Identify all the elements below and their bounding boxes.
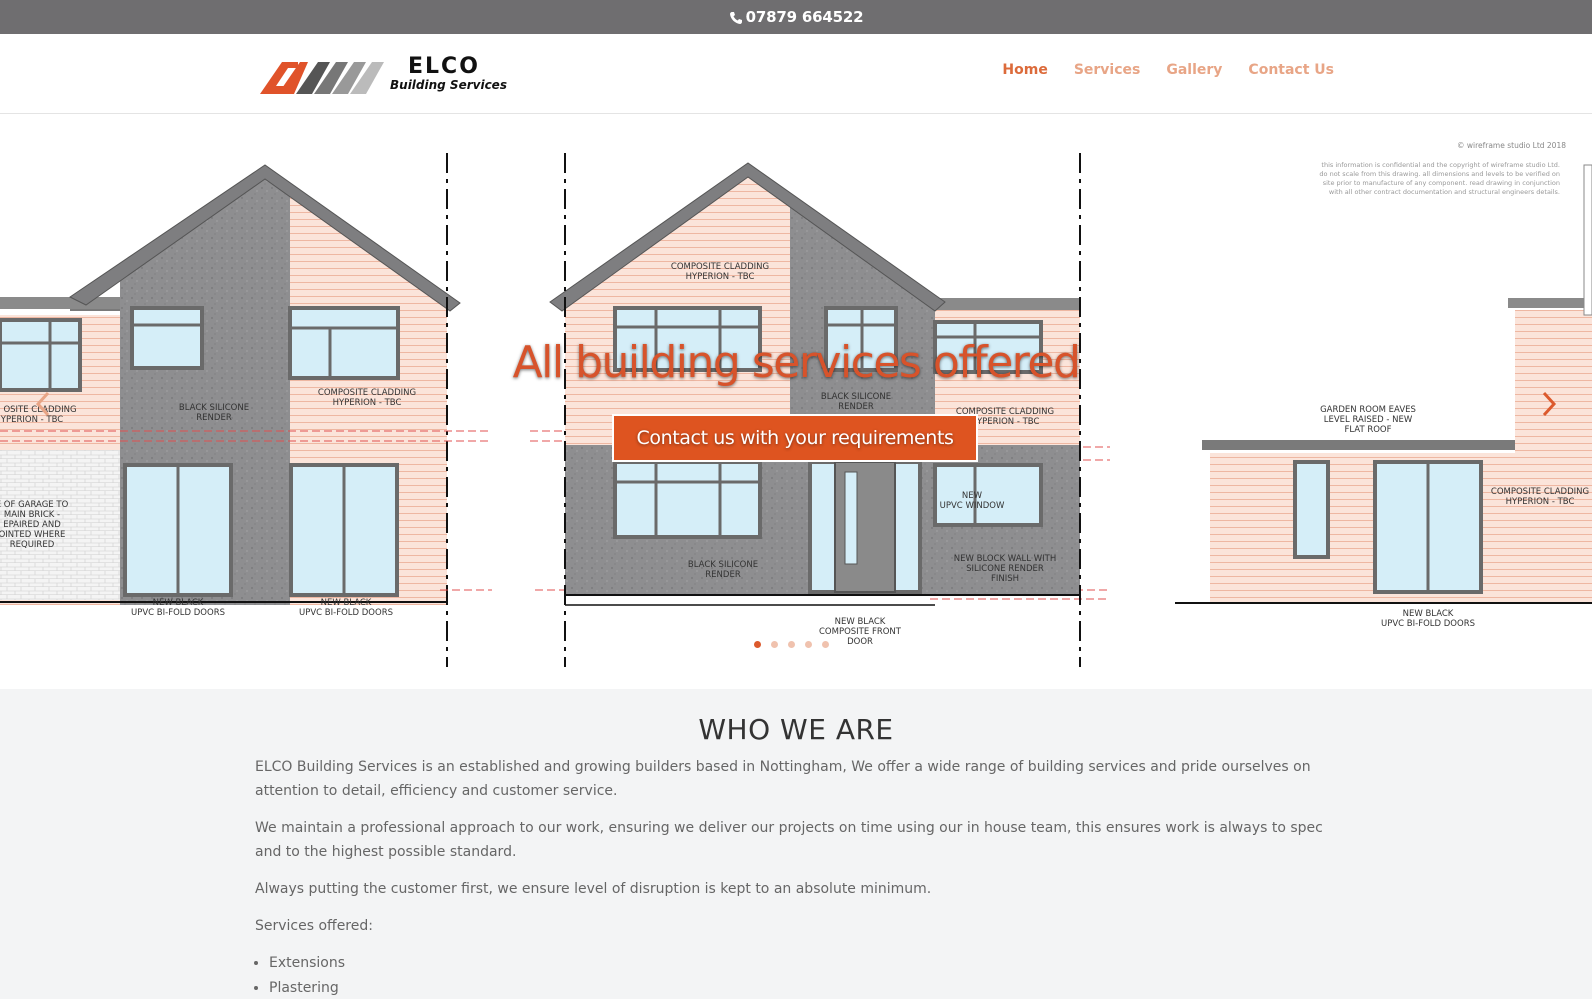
- svg-text:COMPOSITE FRONT: COMPOSITE FRONT: [819, 627, 902, 637]
- middle-house: COMPOSITE CLADDINGHYPERION - TBC BLACK S…: [549, 153, 1081, 667]
- list-item: Plastering: [269, 976, 1335, 999]
- site-header: ELCO Building Services Home Services Gal…: [0, 34, 1592, 114]
- phone-icon: [729, 11, 743, 25]
- list-item: Extensions: [269, 951, 1335, 976]
- svg-text:GARDEN ROOM EAVES: GARDEN ROOM EAVES: [1320, 405, 1416, 415]
- chevron-left-icon: [35, 391, 50, 417]
- slider-dot[interactable]: [771, 641, 778, 648]
- svg-text:NEW BLACK: NEW BLACK: [1403, 609, 1454, 619]
- services-list: Extensions Plastering: [269, 951, 1335, 999]
- svg-text:COMPOSITE CLADDING: COMPOSITE CLADDING: [671, 262, 769, 272]
- slider-pagination: [754, 641, 829, 648]
- about-paragraph: Services offered:: [255, 918, 373, 934]
- svg-text:HYPERION - TBC: HYPERION - TBC: [1506, 497, 1575, 507]
- logo-subtitle: Building Services: [390, 78, 507, 92]
- svg-text:HYPERION - TBC: HYPERION - TBC: [686, 272, 755, 282]
- slider-next-button[interactable]: [1534, 387, 1562, 421]
- svg-text:COMPOSITE CLADDING: COMPOSITE CLADDING: [318, 388, 416, 398]
- about-paragraph: We maintain a professional approach to o…: [255, 820, 1323, 860]
- svg-text:RENDER: RENDER: [196, 413, 232, 423]
- drawing-notice-line: do not scale from this drawing. all dime…: [1319, 170, 1560, 178]
- slider-prev-button[interactable]: [30, 387, 58, 421]
- nav-services[interactable]: Services: [1074, 62, 1141, 78]
- who-we-are-section: WHO WE ARE ELCO Building Services is an …: [0, 689, 1592, 999]
- main-nav: Home Services Gallery Contact Us: [1002, 62, 1334, 78]
- svg-text:NEW: NEW: [962, 491, 983, 501]
- svg-text:RENDER: RENDER: [838, 402, 874, 412]
- drawing-copyright: © wireframe studio Ltd 2018: [1457, 141, 1566, 150]
- svg-text:FINISH: FINISH: [991, 574, 1019, 584]
- about-paragraph: Always putting the customer first, we en…: [255, 881, 932, 897]
- site-logo[interactable]: ELCO Building Services: [260, 54, 507, 94]
- slider-dot[interactable]: [754, 641, 761, 648]
- svg-text:NEW BLOCK WALL WITH: NEW BLOCK WALL WITH: [954, 554, 1056, 564]
- elevation-drawing: OSITE CLADDINGYPERION - TBC BLACK SILICO…: [0, 141, 1592, 667]
- svg-text:FLAT ROOF: FLAT ROOF: [1344, 425, 1391, 435]
- svg-text:E OF GARAGE TO: E OF GARAGE TO: [0, 500, 69, 510]
- svg-text:NEW BLACK: NEW BLACK: [153, 598, 204, 608]
- chevron-right-icon: [1542, 391, 1557, 417]
- svg-text:OINTED WHERE: OINTED WHERE: [0, 530, 65, 540]
- contact-cta-button[interactable]: Contact us with your requirements: [612, 414, 978, 462]
- svg-text:RENDER: RENDER: [705, 570, 741, 580]
- drawing-notice-line: site prior to manufacture of any compone…: [1323, 179, 1560, 187]
- svg-text:UPVC BI-FOLD DOORS: UPVC BI-FOLD DOORS: [299, 608, 393, 618]
- drawing-notice-line: this information is confidential and the…: [1321, 161, 1560, 169]
- about-body: ELCO Building Services is an established…: [255, 755, 1335, 999]
- svg-text:SILICONE RENDER: SILICONE RENDER: [966, 564, 1044, 574]
- svg-text:MAIN BRICK -: MAIN BRICK -: [4, 510, 60, 520]
- nav-gallery[interactable]: Gallery: [1166, 62, 1222, 78]
- svg-text:LEVEL RAISED - NEW: LEVEL RAISED - NEW: [1324, 415, 1413, 425]
- hero-slider: OSITE CLADDING YPERION - TBC BLACK SILICO…: [0, 115, 1592, 689]
- left-house: OSITE CLADDINGYPERION - TBC BLACK SILICO…: [0, 153, 461, 667]
- svg-text:NEW BLACK: NEW BLACK: [835, 617, 886, 627]
- svg-text:BLACK SILICONE: BLACK SILICONE: [179, 403, 249, 413]
- svg-text:HYPERION - TBC: HYPERION - TBC: [971, 417, 1040, 427]
- phone-number[interactable]: 07879 664522: [746, 8, 864, 26]
- section-heading: WHO WE ARE: [698, 713, 894, 746]
- svg-text:UPVC BI-FOLD DOORS: UPVC BI-FOLD DOORS: [131, 608, 225, 618]
- svg-text:REQUIRED: REQUIRED: [10, 540, 55, 550]
- svg-text:EPAIRED AND: EPAIRED AND: [3, 520, 61, 530]
- svg-text:UPVC BI-FOLD DOORS: UPVC BI-FOLD DOORS: [1381, 619, 1475, 629]
- slider-dot[interactable]: [822, 641, 829, 648]
- svg-text:BLACK SILICONE: BLACK SILICONE: [821, 392, 891, 402]
- drawing-notice-line: with all other contract documentation an…: [1329, 188, 1560, 196]
- top-bar: 07879 664522: [0, 0, 1592, 34]
- svg-text:NEW BLACK: NEW BLACK: [321, 598, 372, 608]
- svg-text:UPVC WINDOW: UPVC WINDOW: [940, 501, 1005, 511]
- svg-text:DOOR: DOOR: [847, 637, 873, 647]
- slider-dot[interactable]: [788, 641, 795, 648]
- nav-home[interactable]: Home: [1002, 62, 1047, 78]
- svg-text:BLACK SILICONE: BLACK SILICONE: [688, 560, 758, 570]
- slider-dot[interactable]: [805, 641, 812, 648]
- svg-text:COMPOSITE CLADDING: COMPOSITE CLADDING: [1491, 487, 1589, 497]
- nav-contact-us[interactable]: Contact Us: [1248, 62, 1334, 78]
- svg-text:HYPERION - TBC: HYPERION - TBC: [333, 398, 402, 408]
- logo-mark-icon: [260, 62, 384, 94]
- logo-wordmark: ELCO: [408, 54, 480, 79]
- hero-title: All building services offered: [512, 337, 1081, 388]
- about-paragraph: ELCO Building Services is an established…: [255, 759, 1311, 799]
